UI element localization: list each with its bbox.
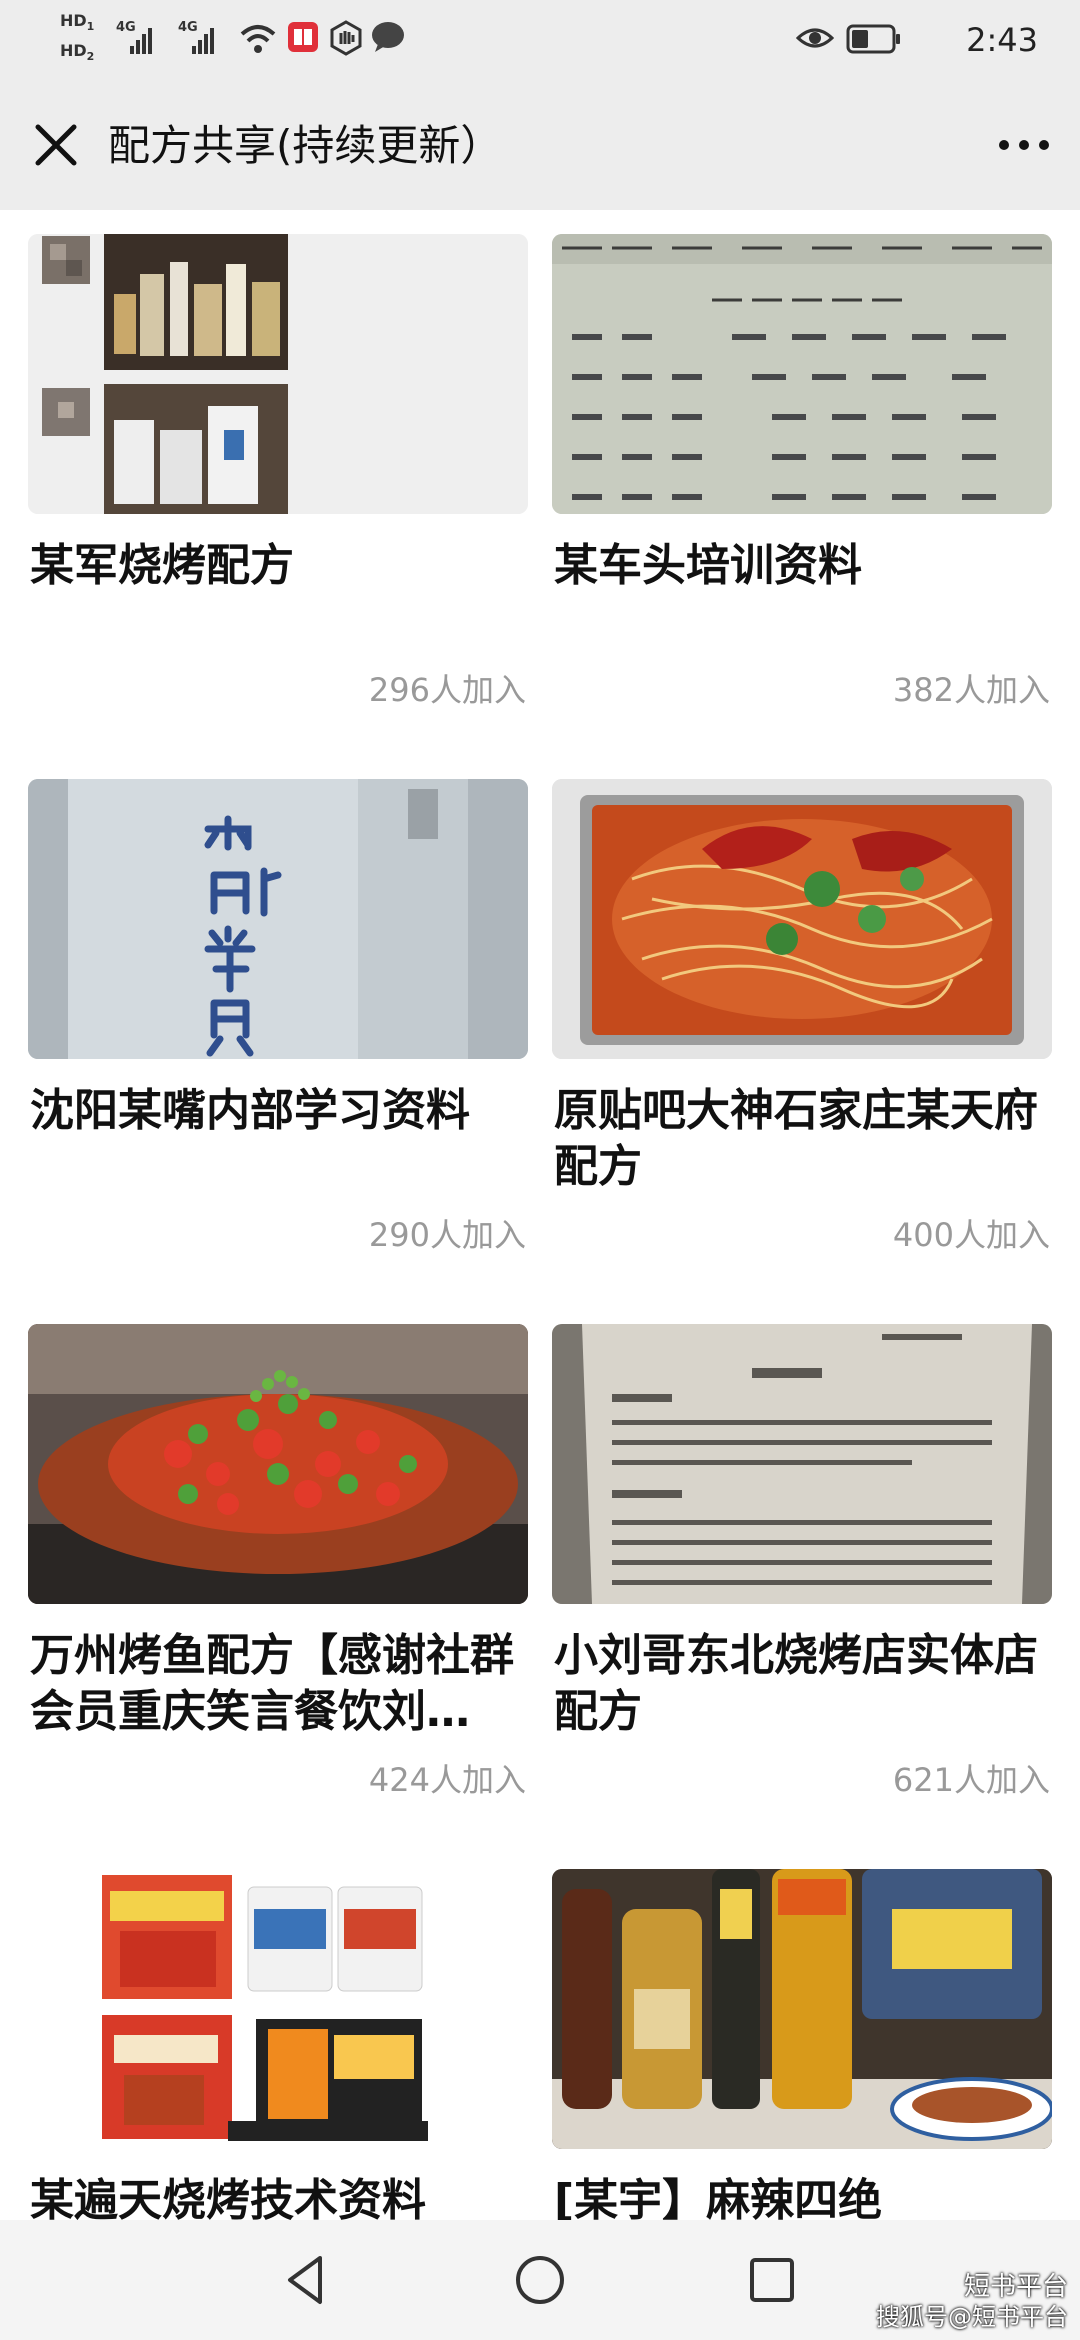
title-bar: 配方共享(持续更新） — [0, 80, 1080, 210]
recipe-card[interactable]: 某遍天烧烤技术资料 — [28, 1845, 528, 2220]
recipe-card[interactable]: 原贴吧大神石家庄某天府配方 400人加入 — [552, 755, 1052, 1300]
eye-icon — [796, 28, 834, 48]
card-thumbnail — [552, 1324, 1052, 1604]
card-title: 某军烧烤配方 — [30, 540, 294, 591]
watermark-line-1: 短书平台 — [963, 2272, 1068, 2302]
card-title: 原贴吧大神石家庄某天府配方 — [554, 1085, 1038, 1192]
recipe-card[interactable]: 小刘哥东北烧烤店实体店配方 621人加入 — [552, 1300, 1052, 1845]
clock: 2:43 — [966, 21, 1038, 59]
close-icon[interactable] — [24, 113, 88, 177]
watermark-line-2: 搜狐号@短书平台 — [876, 2303, 1068, 2331]
hand-app-icon — [330, 20, 362, 56]
hd2-indicator: HD2 — [60, 41, 95, 64]
home-icon[interactable] — [508, 2248, 572, 2312]
hd1-indicator: HD1 — [60, 11, 95, 34]
member-count: 424人加入 — [368, 1761, 526, 1799]
member-count: 382人加入 — [892, 671, 1050, 709]
recipe-card[interactable]: 万州烤鱼配方【感谢社群会员重庆笑言餐饮刘… 424人加入 — [28, 1300, 528, 1845]
card-title: 沈阳某嘴内部学习资料 — [30, 1085, 470, 1136]
member-count: 290人加入 — [368, 1216, 526, 1254]
card-title: 小刘哥东北烧烤店实体店配方 — [554, 1630, 1038, 1737]
signal-1-icon: 4G — [116, 20, 156, 56]
recipe-card[interactable]: 某军烧烤配方 296人加入 — [28, 210, 528, 755]
card-thumbnail — [552, 234, 1052, 514]
screen: HD1 HD2 4G 4G 2:43 配方共享(持续更新） 某军烧烤配方 296… — [0, 0, 1080, 2340]
card-title: 某遍天烧烤技术资料 — [30, 2175, 426, 2220]
card-title: 某车头培训资料 — [554, 540, 862, 591]
wifi-icon — [240, 25, 276, 53]
card-thumbnail — [552, 779, 1052, 1059]
book-app-icon — [288, 22, 318, 52]
card-title: [某宇】麻辣四绝 — [554, 2175, 883, 2220]
chat-app-icon — [372, 22, 404, 52]
member-count: 621人加入 — [892, 1761, 1050, 1799]
battery-icon — [846, 24, 900, 54]
card-thumbnail — [552, 1869, 1052, 2149]
status-bar: HD1 HD2 4G 4G 2:43 — [0, 0, 1080, 80]
recents-icon[interactable] — [740, 2248, 804, 2312]
recipe-grid: 某军烧烤配方 296人加入 某车头培训资料 382人加入 沈阳某嘴内部学习资料 … — [0, 210, 1080, 2220]
signal-2-icon: 4G — [178, 20, 218, 56]
member-count: 296人加入 — [368, 671, 526, 709]
page-title: 配方共享(持续更新） — [108, 121, 503, 170]
recipe-card[interactable]: 某车头培训资料 382人加入 — [552, 210, 1052, 755]
more-icon[interactable] — [988, 113, 1060, 177]
card-thumbnail — [28, 1324, 528, 1604]
member-count: 400人加入 — [892, 1216, 1050, 1254]
recipe-card[interactable]: 沈阳某嘴内部学习资料 290人加入 — [28, 755, 528, 1300]
card-thumbnail — [28, 234, 528, 514]
card-thumbnail — [28, 1869, 528, 2149]
card-title: 万州烤鱼配方【感谢社群会员重庆笑言餐饮刘… — [30, 1630, 514, 1737]
card-thumbnail — [28, 779, 528, 1059]
watermark: 短书平台 搜狐号@短书平台 — [876, 2272, 1068, 2332]
system-nav-bar: 短书平台 搜狐号@短书平台 — [0, 2220, 1080, 2340]
back-icon[interactable] — [276, 2248, 340, 2312]
recipe-card[interactable]: [某宇】麻辣四绝 — [552, 1845, 1052, 2220]
